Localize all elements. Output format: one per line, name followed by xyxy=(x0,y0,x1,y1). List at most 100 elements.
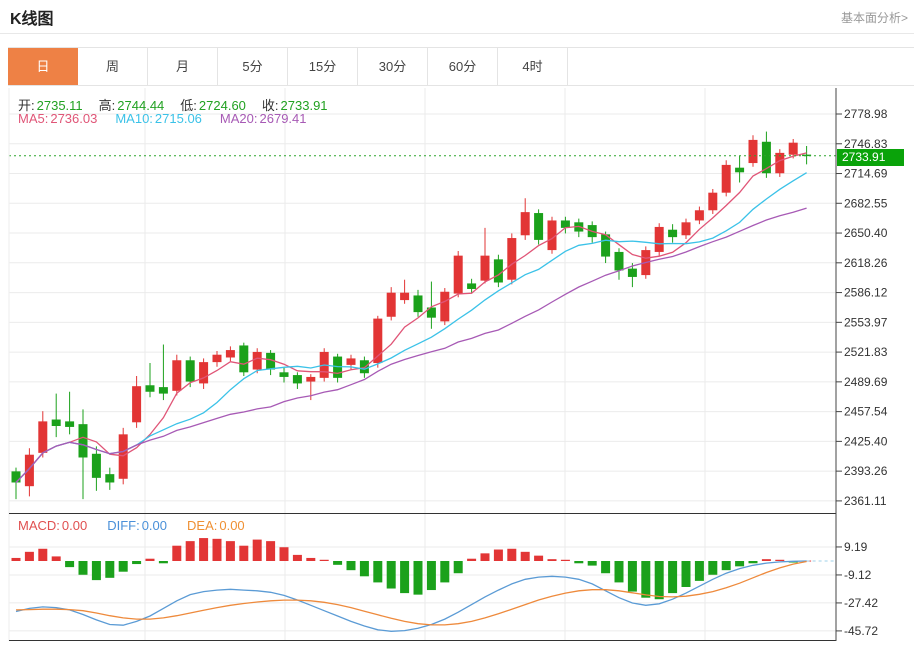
macd-hist-bar xyxy=(668,561,677,593)
candle-body xyxy=(146,385,155,391)
ma10-readout: MA10:2715.06 xyxy=(115,111,204,126)
y-axis-label: 2682.55 xyxy=(844,196,888,210)
macd-hist-bar xyxy=(655,561,664,599)
candle xyxy=(682,219,691,239)
gridlines xyxy=(9,88,836,641)
candle-body xyxy=(534,213,543,240)
macd-hist-bar xyxy=(293,555,302,561)
macd-hist-bar xyxy=(427,561,436,590)
macd-hist-bar xyxy=(695,561,704,581)
macd-hist-bar xyxy=(92,561,101,580)
macd-hist-bar xyxy=(481,553,490,561)
tab-周[interactable]: 周 xyxy=(78,48,148,85)
candle-body xyxy=(52,420,61,426)
y-axis-label: -27.42 xyxy=(844,596,878,610)
tab-15分[interactable]: 15分 xyxy=(288,48,358,85)
candle xyxy=(668,224,677,243)
candle-body xyxy=(467,283,476,289)
macd-hist-bar xyxy=(79,561,88,575)
candle-body xyxy=(38,421,47,452)
ma5-line xyxy=(16,153,807,483)
candle xyxy=(239,343,248,376)
candle xyxy=(132,376,141,428)
macd-hist-bar xyxy=(253,540,262,561)
candle-body xyxy=(12,471,21,482)
candle xyxy=(521,198,530,240)
macd-hist-bar xyxy=(387,561,396,589)
tab-月[interactable]: 月 xyxy=(148,48,218,85)
candle-body xyxy=(682,222,691,235)
candle xyxy=(481,228,490,284)
candle xyxy=(293,372,302,389)
candles-layer xyxy=(12,132,812,500)
dea-value: 0.00 xyxy=(219,518,244,533)
y-axis-label: 2586.12 xyxy=(844,286,888,300)
candle xyxy=(400,280,409,304)
ma20-label: MA20: xyxy=(220,111,258,126)
fundamental-analysis-link[interactable]: 基本面分析> xyxy=(841,9,908,26)
candle xyxy=(213,351,222,367)
macd-hist-bar xyxy=(52,556,61,561)
dea-value-readout: DEA:0.00 xyxy=(187,518,247,533)
y-axis-label: 2489.69 xyxy=(844,375,888,389)
y-axis-label: 2618.26 xyxy=(844,256,888,270)
candle-body xyxy=(186,360,195,381)
candle xyxy=(440,288,449,325)
macd-hist-bar xyxy=(601,561,610,573)
tab-日[interactable]: 日 xyxy=(8,48,78,85)
ma-readout: MA5:2736.03 MA10:2715.06 MA20:2679.41 xyxy=(18,111,309,126)
macd-hist-bar xyxy=(119,561,128,572)
period-tabbar: 日周月5分15分30分60分4时 xyxy=(8,47,914,86)
candle xyxy=(52,394,61,438)
candle xyxy=(38,411,47,457)
ma10-line xyxy=(16,173,807,483)
candle-body xyxy=(655,227,664,252)
macd-hist-bar xyxy=(507,549,516,561)
candle xyxy=(12,468,21,499)
page-title: K线图 xyxy=(10,5,54,29)
candle xyxy=(92,446,101,490)
candle-body xyxy=(239,345,248,372)
y-axis-label: -9.12 xyxy=(844,568,872,582)
macd-hist-bar xyxy=(333,561,342,565)
y-axis-label: -45.72 xyxy=(844,624,878,638)
candle-body xyxy=(789,143,798,155)
tab-30分[interactable]: 30分 xyxy=(358,48,428,85)
macd-hist-bar xyxy=(146,559,155,561)
candle xyxy=(735,156,744,183)
y-axis-label: 2553.97 xyxy=(844,315,888,329)
macd-value: 0.00 xyxy=(62,518,87,533)
macd-hist-bar xyxy=(226,541,235,561)
macd-hist-bar xyxy=(615,561,624,582)
candle-body xyxy=(615,252,624,271)
candle-body xyxy=(749,140,758,163)
tab-60分[interactable]: 60分 xyxy=(428,48,498,85)
macd-readout: MACD:0.00 DIFF:0.00 DEA:0.00 xyxy=(18,518,247,533)
macd-hist-bar xyxy=(467,559,476,561)
candle xyxy=(507,233,516,284)
macd-hist-bar xyxy=(172,546,181,561)
macd-hist-bar xyxy=(682,561,691,587)
y-axis-label: 2425.40 xyxy=(844,434,888,448)
candle-body xyxy=(722,165,731,193)
macd-hist-bar xyxy=(722,561,731,570)
tab-5分[interactable]: 5分 xyxy=(218,48,288,85)
macd-hist-bar xyxy=(534,556,543,561)
candle xyxy=(266,350,275,375)
ma10-value: 2715.06 xyxy=(155,111,202,126)
dea-label: DEA: xyxy=(187,518,217,533)
candle xyxy=(494,255,503,287)
candle xyxy=(226,346,235,361)
macd-hist-bar xyxy=(360,561,369,576)
candle-body xyxy=(521,212,530,235)
tab-4时[interactable]: 4时 xyxy=(498,48,568,85)
candle xyxy=(802,146,811,164)
macd-hist-bar xyxy=(132,561,141,564)
macd-hist-bar xyxy=(239,546,248,561)
macd-hist-bar xyxy=(414,561,423,595)
macd-hist-bar xyxy=(306,558,315,561)
candle-body xyxy=(481,256,490,281)
candle-body xyxy=(65,421,74,427)
candle-body xyxy=(226,350,235,357)
macd-hist-bar xyxy=(775,560,784,561)
